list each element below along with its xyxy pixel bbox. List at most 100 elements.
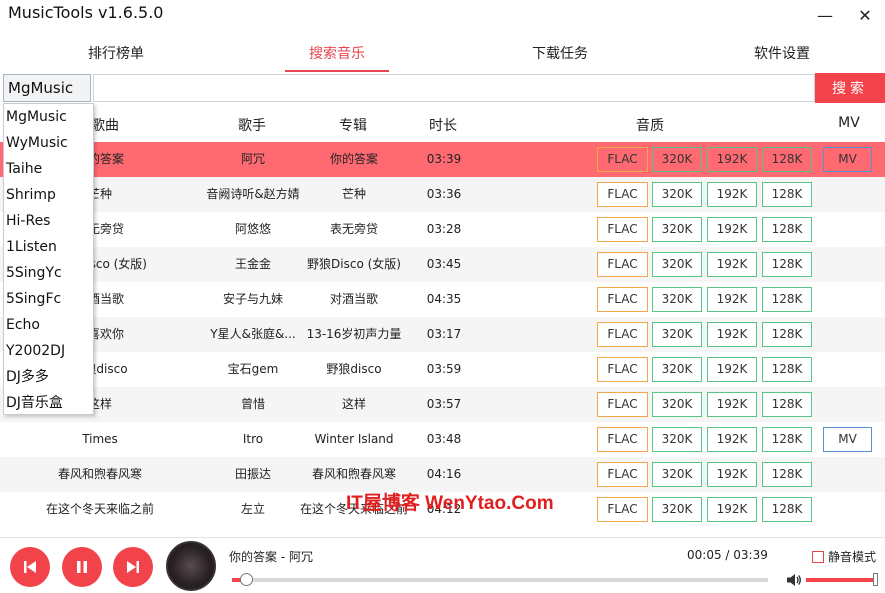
- download-320k-button[interactable]: 320K: [652, 392, 702, 417]
- download-128k-button[interactable]: 128K: [762, 392, 812, 417]
- source-dropdown: MgMusic WyMusic Taihe Shrimp Hi-Res 1Listen 5S…: [3, 103, 94, 415]
- download-320k-button[interactable]: 320K: [652, 322, 702, 347]
- results-header: 歌曲 歌手 专辑 时长 音质 MV: [0, 107, 885, 141]
- download-flac-button[interactable]: FLAC: [597, 322, 648, 347]
- download-192k-button[interactable]: 192K: [707, 182, 757, 207]
- volume-slider[interactable]: [806, 573, 878, 586]
- pause-button[interactable]: [62, 547, 102, 587]
- download-192k-button[interactable]: 192K: [707, 217, 757, 242]
- download-flac-button[interactable]: FLAC: [597, 182, 648, 207]
- result-row[interactable]: 春风和煦春风寒 田振达 春风和煦春风寒 04:16 FLAC 320K 192K 128K: [0, 457, 885, 492]
- download-192k-button[interactable]: 192K: [707, 322, 757, 347]
- download-320k-button[interactable]: 320K: [652, 217, 702, 242]
- download-320k-button[interactable]: 320K: [652, 182, 702, 207]
- main-tabs: 排行榜单 搜索音乐 下载任务 软件设置: [0, 38, 885, 72]
- download-128k-button[interactable]: 128K: [762, 322, 812, 347]
- album-name: 春风和煦春风寒: [311, 467, 396, 481]
- download-128k-button[interactable]: 128K: [762, 147, 812, 172]
- source-option[interactable]: 5SingFc: [6, 286, 92, 312]
- tab-download-tasks[interactable]: 下载任务: [500, 38, 620, 72]
- result-row[interactable]: 芒种 音阙诗听&赵方婧 芒种 03:36 FLAC 320K 192K 128K: [0, 177, 885, 212]
- previous-button[interactable]: [10, 547, 50, 587]
- result-row[interactable]: 野狼Disco (女版) 王金金 野狼Disco (女版) 03:45 FLAC 320K…: [0, 247, 885, 282]
- duration: 03:45: [426, 257, 462, 271]
- source-option[interactable]: MgMusic: [6, 104, 92, 130]
- volume-knob[interactable]: [873, 573, 878, 586]
- download-320k-button[interactable]: 320K: [652, 462, 702, 487]
- download-192k-button[interactable]: 192K: [707, 462, 757, 487]
- result-row[interactable]: 这样 曾惜 这样 03:57 FLAC 320K 192K 128K: [0, 387, 885, 422]
- download-128k-button[interactable]: 128K: [762, 287, 812, 312]
- download-flac-button[interactable]: FLAC: [597, 392, 648, 417]
- download-192k-button[interactable]: 192K: [707, 147, 757, 172]
- download-128k-button[interactable]: 128K: [762, 357, 812, 382]
- download-128k-button[interactable]: 128K: [762, 252, 812, 277]
- result-row[interactable]: 对酒当歌 安子与九妹 对酒当歌 04:35 FLAC 320K 192K 128K: [0, 282, 885, 317]
- volume-icon[interactable]: [786, 572, 802, 588]
- result-row[interactable]: 野狼disco 宝石gem 野狼disco 03:59 FLAC 320K 192K 128K: [0, 352, 885, 387]
- download-flac-button[interactable]: FLAC: [597, 497, 648, 522]
- mute-checkbox[interactable]: [812, 551, 824, 563]
- download-320k-button[interactable]: 320K: [652, 147, 702, 172]
- tab-search-music[interactable]: 搜索音乐: [285, 38, 389, 72]
- download-128k-button[interactable]: 128K: [762, 217, 812, 242]
- search-button[interactable]: 搜索: [815, 73, 885, 103]
- progress-knob[interactable]: [239, 573, 253, 586]
- download-192k-button[interactable]: 192K: [707, 392, 757, 417]
- source-select[interactable]: MgMusic: [3, 74, 91, 102]
- mv-button[interactable]: MV: [823, 147, 872, 172]
- next-button[interactable]: [113, 547, 153, 587]
- download-192k-button[interactable]: 192K: [707, 287, 757, 312]
- source-option[interactable]: WyMusic: [6, 130, 92, 156]
- result-row[interactable]: 我喜欢你 Y星人&张庭&... 13-16岁初声力量 03:17 FLAC 320K 192…: [0, 317, 885, 352]
- source-option[interactable]: Shrimp: [6, 182, 92, 208]
- mv-button[interactable]: MV: [823, 427, 872, 452]
- source-option[interactable]: Taihe: [6, 156, 92, 182]
- close-button[interactable]: ✕: [845, 0, 885, 30]
- duration: 03:57: [426, 397, 462, 411]
- download-192k-button[interactable]: 192K: [707, 252, 757, 277]
- album-name: 野狼Disco (女版): [307, 257, 401, 271]
- duration: 04:35: [426, 292, 462, 306]
- download-flac-button[interactable]: FLAC: [597, 427, 648, 452]
- duration: 03:17: [426, 327, 462, 341]
- download-flac-button[interactable]: FLAC: [597, 462, 648, 487]
- download-320k-button[interactable]: 320K: [652, 287, 702, 312]
- download-flac-button[interactable]: FLAC: [597, 357, 648, 382]
- download-128k-button[interactable]: 128K: [762, 462, 812, 487]
- result-row[interactable]: 你的答案 阿冗 你的答案 03:39 FLAC 320K 192K 128K MV: [0, 142, 885, 177]
- minimize-button[interactable]: —: [805, 0, 845, 30]
- source-option[interactable]: 1Listen: [6, 234, 92, 260]
- download-flac-button[interactable]: FLAC: [597, 217, 648, 242]
- source-option[interactable]: DJ音乐盒: [6, 390, 92, 416]
- header-quality: 音质: [636, 118, 664, 134]
- tab-settings[interactable]: 软件设置: [722, 38, 842, 72]
- download-128k-button[interactable]: 128K: [762, 182, 812, 207]
- download-flac-button[interactable]: FLAC: [597, 147, 648, 172]
- source-option[interactable]: Hi-Res: [6, 208, 92, 234]
- result-row[interactable]: Times Itro Winter Island 03:48 FLAC 320K 192K 1…: [0, 422, 885, 457]
- source-option[interactable]: Echo: [6, 312, 92, 338]
- tab-charts[interactable]: 排行榜单: [56, 38, 176, 72]
- player-bar: 你的答案 - 阿冗 00:05 / 03:39 静音模式: [0, 537, 885, 593]
- download-192k-button[interactable]: 192K: [707, 427, 757, 452]
- progress-slider[interactable]: [232, 573, 768, 586]
- source-option[interactable]: 5SingYc: [6, 260, 92, 286]
- download-320k-button[interactable]: 320K: [652, 252, 702, 277]
- search-input[interactable]: [93, 74, 815, 102]
- download-320k-button[interactable]: 320K: [652, 357, 702, 382]
- download-192k-button[interactable]: 192K: [707, 497, 757, 522]
- download-flac-button[interactable]: FLAC: [597, 252, 648, 277]
- download-320k-button[interactable]: 320K: [652, 427, 702, 452]
- download-320k-button[interactable]: 320K: [652, 497, 702, 522]
- source-option[interactable]: DJ多多: [6, 364, 92, 390]
- album-cover: [166, 541, 216, 591]
- download-128k-button[interactable]: 128K: [762, 427, 812, 452]
- source-option[interactable]: Y2002DJ: [6, 338, 92, 364]
- download-flac-button[interactable]: FLAC: [597, 287, 648, 312]
- skip-previous-icon: [24, 561, 36, 573]
- download-128k-button[interactable]: 128K: [762, 497, 812, 522]
- download-192k-button[interactable]: 192K: [707, 357, 757, 382]
- result-row[interactable]: 表无旁贷 阿悠悠 表无旁贷 03:28 FLAC 320K 192K 128K: [0, 212, 885, 247]
- title-bar: MusicTools v1.6.5.0 — ✕: [0, 0, 885, 30]
